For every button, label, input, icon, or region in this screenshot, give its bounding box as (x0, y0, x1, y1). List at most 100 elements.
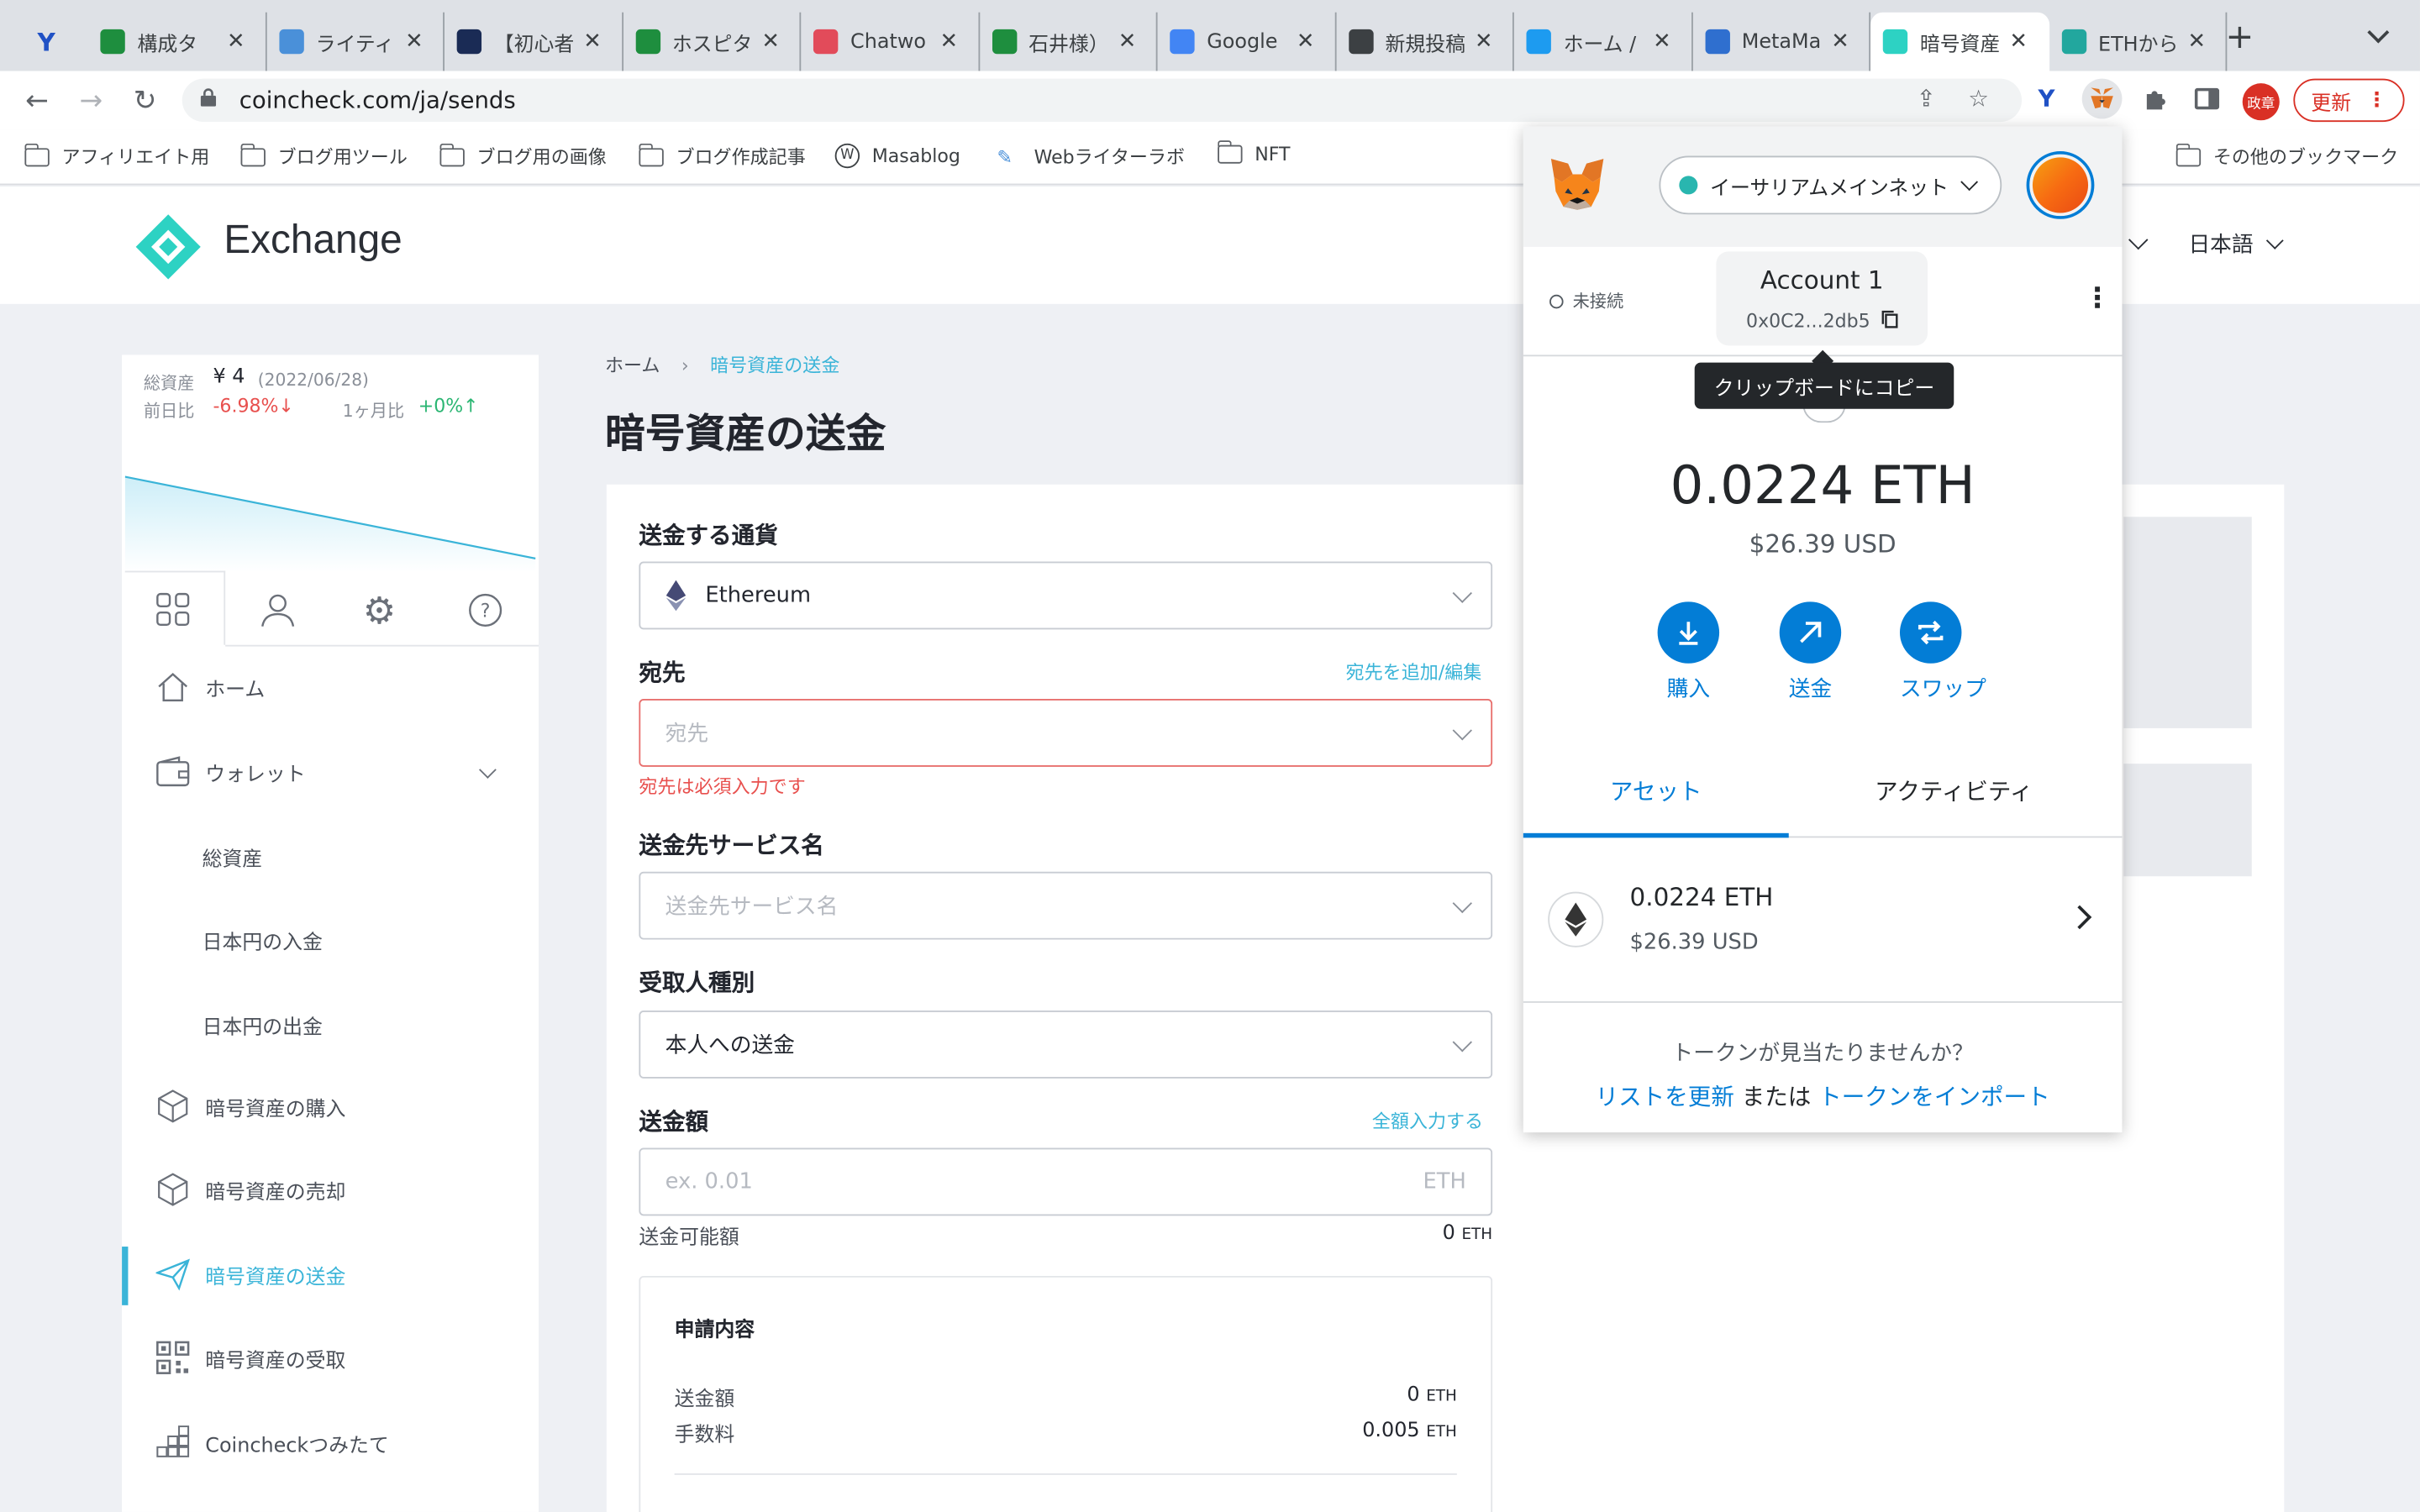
eth-balance: 0.0224 ETH (1670, 454, 1975, 517)
update-button[interactable]: 更新 ⋮ (2293, 78, 2405, 123)
browser-tab[interactable]: ライティ ✕ (266, 12, 445, 71)
buy-button[interactable] (1657, 601, 1720, 664)
sidebar-item-buy[interactable]: 暗号資産の購入 (122, 1075, 539, 1137)
sidebar-subitem-total-assets[interactable]: 総資産 (203, 843, 263, 872)
side-panel-icon[interactable] (2190, 81, 2223, 115)
browser-tab[interactable]: ホーム / ✕ (1514, 12, 1692, 71)
destination-select[interactable]: 宛先 (639, 699, 1493, 767)
gear-icon[interactable]: ⚙ (363, 590, 397, 633)
tab-pinned[interactable]: Y (22, 13, 77, 71)
service-select[interactable]: 送金先サービス名 (639, 871, 1493, 940)
user-icon[interactable] (260, 591, 297, 627)
metamask-fox-icon[interactable] (1548, 157, 1607, 213)
chevron-down-icon (1452, 1032, 1472, 1053)
sidebar-item-sell[interactable]: 暗号資産の売却 (122, 1158, 539, 1220)
browser-tab[interactable]: 暗号資産 ✕ (1870, 12, 2049, 71)
tab-activity[interactable]: アクティビティ (1821, 774, 2086, 807)
sidebar-subitem-jpy-withdraw[interactable]: 日本円の出金 (203, 1011, 323, 1040)
forward-arrow-icon[interactable]: → (74, 83, 108, 117)
currency-select[interactable]: Ethereum (639, 561, 1493, 630)
sidebar-item-label: 暗号資産の購入 (205, 1097, 346, 1121)
star-bookmark-icon[interactable]: ☆ (1961, 81, 1995, 115)
tab-title: ホーム / (1563, 33, 1637, 57)
breadcrumb-home[interactable]: ホーム (605, 354, 660, 376)
logo-text[interactable]: Exchange (224, 216, 402, 264)
sidebar-item-send[interactable]: 暗号資産の送金 (122, 1243, 539, 1305)
sidebar-item-receive[interactable]: 暗号資産の受取 (122, 1327, 539, 1389)
add-edit-destination-link[interactable]: 宛先を追加/編集 (1346, 659, 1482, 685)
account-avatar[interactable] (2026, 150, 2095, 219)
language-selector[interactable]: 日本語 (2188, 228, 2285, 260)
browser-tab[interactable]: 石井様） ✕ (979, 12, 1158, 71)
sidebar-subitem-jpy-deposit[interactable]: 日本円の入金 (203, 926, 323, 955)
browser-tab[interactable]: 【初心者 ✕ (445, 12, 623, 71)
bookmark-folder[interactable]: ブログ用の画像 (439, 142, 607, 170)
available-unit: ETH (1461, 1226, 1493, 1244)
browser-tab[interactable]: 新規投稿 ✕ (1336, 12, 1514, 71)
stacked-boxes-icon (156, 1425, 190, 1459)
browser-tab[interactable]: Google ✕ (1158, 12, 1336, 71)
amount-input[interactable]: ex. 0.01 ETH (639, 1147, 1493, 1216)
close-icon[interactable]: ✕ (940, 29, 959, 54)
tab-assets[interactable]: アセット (1523, 774, 1789, 807)
close-icon[interactable]: ✕ (2188, 29, 2207, 54)
download-arrow-icon (1679, 622, 1698, 645)
help-icon[interactable]: ? (468, 592, 503, 627)
bookmark-folder[interactable]: NFT (1218, 140, 1290, 165)
sidebar-item-home[interactable]: ホーム (122, 656, 539, 717)
browser-tab[interactable]: ETHから ✕ (2049, 12, 2228, 71)
browser-tab[interactable]: Chatwo ✕ (801, 12, 980, 71)
close-icon[interactable]: ✕ (1118, 29, 1137, 54)
destination-placeholder: 宛先 (665, 722, 709, 747)
account-name[interactable]: Account 1 (1716, 265, 1928, 295)
metamask-extension-icon[interactable] (2081, 78, 2123, 119)
asset-row-eth[interactable] (1523, 837, 2123, 1001)
bookmark-folder[interactable]: アフィリエイト用 (24, 142, 209, 170)
close-icon[interactable]: ✕ (761, 29, 780, 54)
share-icon[interactable]: ⇪ (1909, 81, 1943, 115)
profile-avatar[interactable]: 政章 (2242, 83, 2280, 121)
other-bookmarks[interactable]: その他のブックマーク (2175, 142, 2398, 170)
fill-all-link[interactable]: 全額入力する (1372, 1108, 1483, 1134)
new-tab-plus-icon[interactable]: + (2226, 18, 2254, 57)
close-icon[interactable]: ✕ (2009, 29, 2028, 54)
close-icon[interactable]: ✕ (1653, 29, 1671, 54)
coincheck-logo-icon[interactable] (133, 212, 203, 282)
refresh-list-link[interactable]: リストを更新 (1596, 1083, 1734, 1110)
import-token-link[interactable]: トークンをインポート (1818, 1083, 2050, 1110)
url-text[interactable]: coincheck.com/ja/sends (239, 87, 516, 114)
bookmark-folder[interactable]: ブログ作成記事 (639, 142, 806, 170)
bookmark-folder[interactable]: ブログ用ツール (240, 142, 408, 170)
folder-icon (639, 142, 664, 166)
swap-label[interactable]: スワップ (1881, 673, 2005, 704)
close-icon[interactable]: ✕ (227, 29, 245, 54)
bookmark-link[interactable]: W Masablog (834, 143, 960, 169)
sidebar-item-wallet[interactable]: ウォレット (122, 741, 539, 802)
close-icon[interactable]: ✕ (405, 29, 424, 54)
swap-button[interactable] (1899, 601, 1962, 664)
sidebar-item-tsumitate[interactable]: Coincheckつみたて (122, 1412, 539, 1473)
browser-tab[interactable]: ホスピタ ✕ (623, 12, 802, 71)
send-button[interactable] (1779, 601, 1842, 664)
reload-icon[interactable]: ↻ (128, 83, 161, 117)
currency-value: Ethereum (705, 583, 812, 608)
bookmark-link[interactable]: ✎ Webライターラボ (997, 144, 1186, 170)
close-icon[interactable]: ✕ (583, 29, 602, 54)
lock-icon[interactable] (200, 88, 217, 107)
connection-status[interactable]: 未接続 (1549, 288, 1623, 312)
close-icon[interactable]: ✕ (1475, 29, 1493, 54)
recipient-type-select[interactable]: 本人への送金 (639, 1011, 1493, 1079)
close-icon[interactable]: ✕ (1297, 29, 1315, 54)
buy-label[interactable]: 購入 (1627, 673, 1750, 704)
network-selector[interactable]: イーサリアムメインネット (1659, 155, 2002, 215)
more-vertical-icon[interactable]: ⋮ (2084, 282, 2112, 315)
browser-tab[interactable]: 構成タ ✕ (88, 12, 266, 71)
extension-y-icon[interactable]: Y (2029, 81, 2063, 115)
close-icon[interactable]: ✕ (1831, 29, 1849, 54)
account-address[interactable]: 0x0C2...2db5 (1716, 310, 1928, 332)
send-label[interactable]: 送金 (1749, 673, 1872, 704)
extensions-puzzle-icon[interactable] (2138, 81, 2171, 115)
back-arrow-icon[interactable]: ← (20, 83, 54, 117)
browser-tab[interactable]: MetaMa ✕ (1692, 12, 1871, 71)
breadcrumb-current[interactable]: 暗号資産の送金 (710, 354, 839, 376)
